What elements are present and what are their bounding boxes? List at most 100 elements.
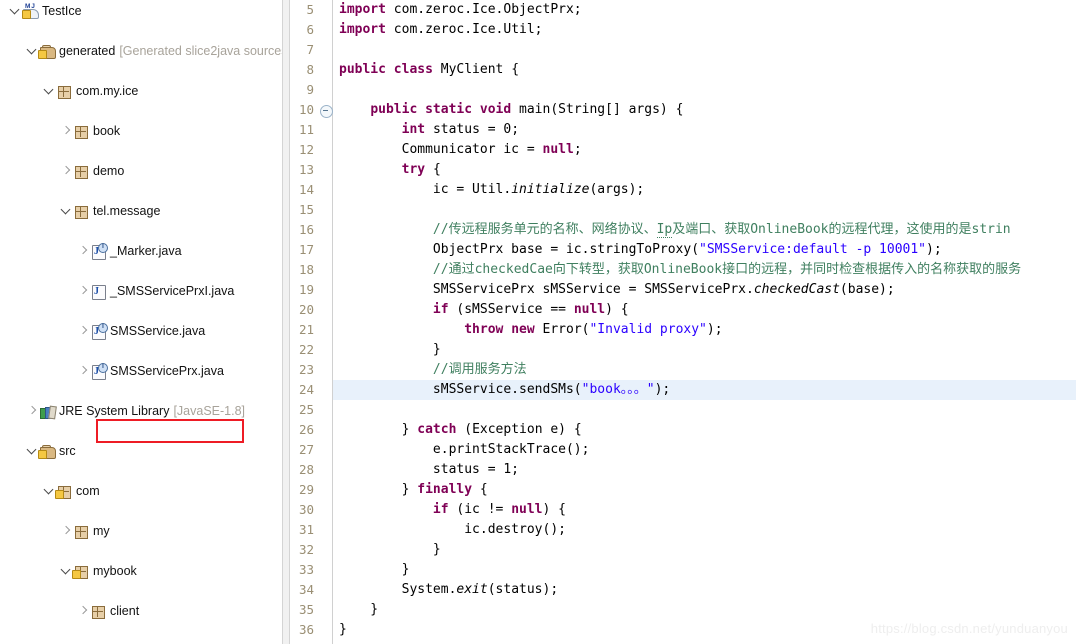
tree-item-client[interactable]: client [0,601,282,621]
code-line[interactable] [333,200,339,220]
tree-expand-closed-icon[interactable] [59,521,72,541]
code-token: (status); [487,582,559,597]
code-token: main(String[] args) { [519,102,684,117]
code-line[interactable]: //传远程服务单元的名称、网络协议、Ip及端口、获取OnlineBook的远程代… [333,220,1011,240]
code-line[interactable]: try { [333,160,441,180]
code-line[interactable]: } [333,600,378,620]
tree-expand-closed-icon[interactable] [76,281,89,301]
project-tree[interactable]: M J TestIce generated [Generated slice2java… [0,0,282,641]
code-line[interactable]: if (sMSService == null) { [333,300,629,320]
code-token: com.zeroc.Ice.Util; [393,22,543,37]
tree-expand-open-icon[interactable] [42,81,55,101]
tree-item-my[interactable]: my [0,521,282,541]
tree-item-jre-system-library[interactable]: JRE System Library [JavaSE-1.8] [0,401,282,421]
icon-part [80,166,81,177]
code-token: ) { [542,502,566,517]
tree-expand-closed-icon[interactable] [76,241,89,261]
watermark-text: https://blog.csdn.net/yunduanyou [870,621,1068,636]
code-line[interactable] [333,40,339,60]
code-line[interactable]: import com.zeroc.Ice.ObjectPrx; [333,0,582,20]
code-line[interactable]: //通过checkedCae向下转型，获取OnlineBook接口的远程，并同时… [333,260,1021,280]
code-line[interactable]: ic.destroy(); [333,520,566,540]
tree-expand-open-icon[interactable] [25,41,38,61]
tree-expand-open-icon[interactable] [42,481,55,501]
code-line[interactable] [333,80,339,100]
code-line[interactable]: throw new Error("Invalid proxy"); [333,320,722,340]
code-line[interactable]: sMSService.sendSMs("book。。。"); [333,380,1076,400]
package-explorer-panel[interactable]: M J TestIce generated [Generated slice2java… [0,0,282,644]
code-token: initialize [511,182,590,197]
code-line[interactable]: } finally { [333,480,488,500]
tree-item-generated[interactable]: generated [Generated slice2java sources] [0,41,282,61]
code-line[interactable]: int status = 0; [333,120,519,140]
code-token: //传远程服务单元的名称、网络协议、 [432,222,657,237]
code-token: } [339,342,441,357]
tree-expand-closed-icon[interactable] [76,321,89,341]
tree-expand-closed-icon[interactable] [25,401,38,421]
code-line[interactable]: ObjectPrx base = ic.stringToProxy("SMSSe… [333,240,942,260]
line-number-gutter[interactable]: 5 6 7 8 9 10 11 12 13 14 15 16 17 18 19 20 21 22 23 24 25 26 2… [290,0,333,644]
tree-item-smsserviceprxi-java[interactable]: J _SMSServicePrxI.java [0,281,282,301]
java-interface-icon: JI [89,363,108,380]
tree-item-book[interactable]: book [0,121,282,141]
tree-expand-open-icon[interactable] [59,561,72,581]
code-token: status = 0; [432,122,520,137]
project-icon: M J [21,3,39,19]
tree-item-label: com [76,484,100,498]
tree-item-smsserviceprx-java[interactable]: J I SMSServicePrx.java [0,361,282,381]
tree-item-tel-message[interactable]: tel.message [0,201,282,221]
tree-item-testice[interactable]: M J TestIce [0,1,282,21]
code-line[interactable]: status = 1; [333,460,519,480]
code-line[interactable]: } catch (Exception e) { [333,420,582,440]
code-line[interactable]: SMSServicePrx sMSService = SMSServicePrx… [333,280,895,300]
code-token: ); [654,382,671,397]
tree-item-marker-java[interactable]: J I _Marker.java [0,241,282,261]
panel-divider[interactable] [282,0,290,644]
code-editor-panel[interactable]: 5 6 7 8 9 10 11 12 13 14 15 16 17 18 19 20 21 22 23 24 25 26 2… [290,0,1076,644]
tree-item-mybook[interactable]: mybook [0,561,282,581]
code-line[interactable] [333,640,339,644]
code-token: if [432,302,457,317]
tree-item-demo[interactable]: demo [0,161,282,181]
tree-item-label: JRE System Library [59,404,170,418]
code-line[interactable]: public class MyClient { [333,60,519,80]
tree-expand-open-icon[interactable] [25,441,38,461]
annotation-rectangle [96,419,244,443]
code-line[interactable]: System.exit(status); [333,580,559,600]
code-fold-collapse-icon[interactable] [320,105,333,118]
code-line[interactable]: public static void main(String[] args) { [333,100,683,120]
tree-item-com[interactable]: com [0,481,282,501]
tree-item-src[interactable]: src [0,441,282,461]
tree-expand-open-icon[interactable] [8,1,21,21]
code-line[interactable]: import com.zeroc.Ice.Util; [333,20,543,40]
package-icon [72,123,90,139]
code-line[interactable]: e.printStackTrace(); [333,440,590,460]
code-text-area[interactable]: import com.zeroc.Ice.ObjectPrx; import co… [333,0,1076,644]
eclipse-ide-window: M J TestIce generated [Generated slice2java… [0,0,1076,644]
code-line[interactable]: ic = Util.initialize(args); [333,180,644,200]
icon-part [38,50,47,59]
tree-expand-open-icon[interactable] [59,201,72,221]
code-line[interactable]: } [333,340,441,360]
tree-expand-closed-icon[interactable] [76,361,89,381]
tree-expand-closed-icon[interactable] [59,161,72,181]
tree-expand-closed-icon[interactable] [59,121,72,141]
code-line[interactable]: //调用服务方法 [333,360,527,380]
tree-item-smsservice-java[interactable]: J I SMSService.java [0,321,282,341]
tree-expand-closed-icon[interactable] [76,601,89,621]
code-line[interactable]: } [333,560,410,580]
tree-item-label: generated [59,44,116,58]
code-token: "book。。。" [581,382,655,397]
code-line[interactable]: Communicator ic = null; [333,140,582,160]
code-line[interactable]: } [333,540,441,560]
tree-item-com-my-ice[interactable]: com.my.ice [0,81,282,101]
line-number: 34 [298,582,314,597]
code-line[interactable]: } [333,620,347,640]
code-line[interactable] [333,400,339,420]
code-line[interactable]: if (ic != null) { [333,500,566,520]
